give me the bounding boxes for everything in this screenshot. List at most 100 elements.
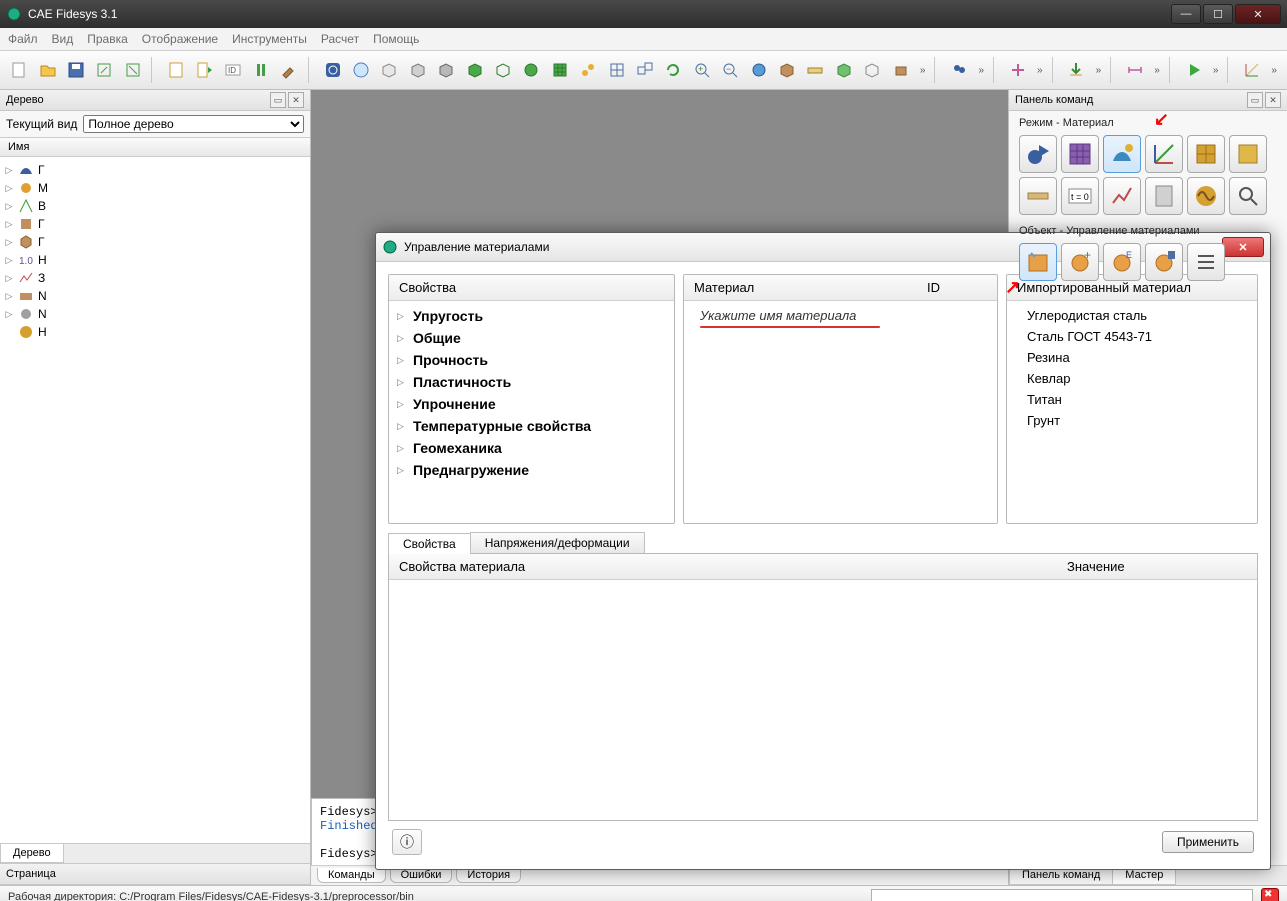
mode-t0-button[interactable]: t = 0 [1061,177,1099,215]
tab-properties[interactable]: Свойства [388,533,471,554]
mode-geometry-button[interactable] [1019,135,1057,173]
mode-calc-button[interactable] [1145,177,1183,215]
material-list[interactable]: Укажите имя материала [684,301,997,523]
list-item[interactable]: Кевлар [1013,368,1251,389]
console-tab-commands[interactable]: Команды [317,868,386,883]
mode-grid2-button[interactable] [1229,135,1267,173]
pause-button[interactable] [248,56,274,84]
list-item[interactable]: Резина [1013,347,1251,368]
box1-icon[interactable] [376,56,402,84]
info-button[interactable]: ⓘ [392,829,422,855]
hammer-icon[interactable] [276,56,302,84]
tree-tab[interactable]: Дерево [0,844,64,863]
list-item[interactable]: Сталь ГОСТ 4543-71 [1013,326,1251,347]
material-name-input[interactable]: Укажите имя материала [690,305,991,326]
world-icon[interactable] [745,56,771,84]
mode-material-button[interactable] [1103,135,1141,173]
viewport[interactable]: ✕ Fidesys> undo group end Finished Comma… [311,90,1008,885]
mode-graph-button[interactable] [1103,177,1141,215]
prop-group[interactable]: ▷Прочность [395,349,668,371]
close-button[interactable]: ✕ [1235,4,1281,24]
zoom-out-icon[interactable]: − [717,56,743,84]
mesh1-icon[interactable] [547,56,573,84]
list-item[interactable]: Титан [1013,389,1251,410]
mode-mesh-button[interactable] [1061,135,1099,173]
play-script-button[interactable] [191,56,217,84]
prop-group[interactable]: ▷Пластичность [395,371,668,393]
box-small-icon[interactable] [887,56,913,84]
download-icon[interactable] [1063,56,1089,84]
property-groups-list[interactable]: ▷Упругость ▷Общие ▷Прочность ▷Пластичнос… [389,301,674,523]
minimize-button[interactable]: — [1171,4,1201,24]
mode-bar-button[interactable] [1019,177,1057,215]
cube-wire-icon[interactable] [859,56,885,84]
imported-material-list[interactable]: Углеродистая сталь Сталь ГОСТ 4543-71 Ре… [1007,301,1257,523]
apply-button[interactable]: Применить [1162,831,1254,853]
save-button[interactable] [63,56,89,84]
stop-button[interactable] [1261,888,1279,901]
menu-file[interactable]: Файл [8,32,38,46]
dock-close-button[interactable]: ✕ [288,92,304,108]
toolbar-overflow-1[interactable]: » [916,65,930,76]
object-list-button[interactable] [1187,243,1225,281]
view-select[interactable]: Полное дерево [83,115,304,133]
object-material-mgmt-button[interactable] [1019,243,1057,281]
box-green1-icon[interactable] [461,56,487,84]
toolbar-overflow-3[interactable]: » [1033,65,1047,76]
tab-stress-strain[interactable]: Напряжения/деформации [470,532,645,553]
box-green2-icon[interactable] [490,56,516,84]
toolbar-overflow-7[interactable]: » [1267,65,1281,76]
tree-view[interactable]: ▷Г ▷М ▷В ▷Г ▷Г ▷1.0Н ▷З ▷N ▷N Н [0,157,310,843]
mode-block-button[interactable] [1187,135,1225,173]
menu-calc[interactable]: Расчет [321,32,359,46]
id-button[interactable]: ID [219,56,245,84]
script-button[interactable] [163,56,189,84]
prop-group[interactable]: ▷Геомеханика [395,437,668,459]
menu-display[interactable]: Отображение [142,32,218,46]
plus-icon[interactable] [1005,56,1031,84]
menu-view[interactable]: Вид [52,32,74,46]
open-button[interactable] [34,56,60,84]
dock-close-button[interactable]: ✕ [1265,92,1281,108]
maximize-button[interactable]: ☐ [1203,4,1233,24]
menu-edit[interactable]: Правка [87,32,128,46]
node-icon[interactable] [575,56,601,84]
box-solid-icon[interactable] [774,56,800,84]
sphere-icon[interactable] [518,56,544,84]
prop-group[interactable]: ▷Температурные свойства [395,415,668,437]
edit1-button[interactable] [91,56,117,84]
toolbar-overflow-5[interactable]: » [1150,65,1164,76]
prop-group[interactable]: ▷Общие [395,327,668,349]
menu-tools[interactable]: Инструменты [232,32,307,46]
mode-wave-button[interactable] [1187,177,1225,215]
new-button[interactable] [6,56,32,84]
zoom-in-icon[interactable]: + [689,56,715,84]
toolbar-overflow-6[interactable]: » [1209,65,1223,76]
mode-axes-button[interactable] [1145,135,1183,173]
object-sphere3-button[interactable] [1145,243,1183,281]
dock-float-button[interactable]: ▭ [1247,92,1263,108]
list-item[interactable]: Грунт [1013,410,1251,431]
console-tab-errors[interactable]: Ошибки [390,868,453,883]
console-tab-history[interactable]: История [456,868,521,883]
edit2-button[interactable] [120,56,146,84]
prop-group[interactable]: ▷Упрочнение [395,393,668,415]
prop-group[interactable]: ▷Упругость [395,305,668,327]
rotate-button[interactable] [319,56,345,84]
box3-icon[interactable] [433,56,459,84]
object-sphere2-button[interactable]: E [1103,243,1141,281]
toolbar-overflow-2[interactable]: » [974,65,988,76]
dock-float-button[interactable]: ▭ [270,92,286,108]
toolbar-overflow-4[interactable]: » [1092,65,1106,76]
box2-icon[interactable] [405,56,431,84]
prop-group[interactable]: ▷Преднагружение [395,459,668,481]
mode-search-button[interactable] [1229,177,1267,215]
ruler-icon[interactable] [802,56,828,84]
menu-help[interactable]: Помощь [373,32,419,46]
object-sphere1-button[interactable]: + [1061,243,1099,281]
axis-icon[interactable] [1239,56,1265,84]
cube-color-icon[interactable] [831,56,857,84]
users-icon[interactable] [946,56,972,84]
grid-icon[interactable] [603,56,629,84]
refresh-icon[interactable] [660,56,686,84]
